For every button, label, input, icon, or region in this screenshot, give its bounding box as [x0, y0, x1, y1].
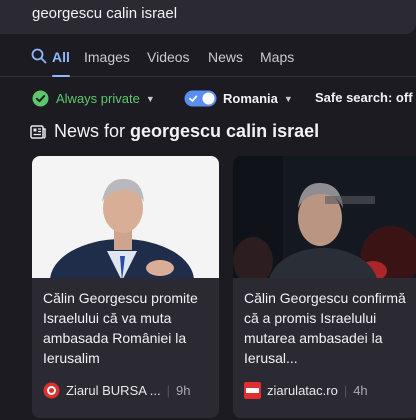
news-card[interactable]: Călin Georgescu confirmă că a promis Isr… [233, 156, 416, 418]
bursa-favicon-icon [43, 382, 60, 399]
tab-news[interactable]: News [208, 49, 243, 75]
check-circle-icon [32, 90, 49, 107]
newspaper-icon [30, 124, 46, 139]
news-card-source: ziarulatac.ro [267, 383, 338, 398]
country-toggle[interactable]: Romania ▼ [184, 90, 293, 107]
news-card-source: Ziarul BURSA ... [66, 383, 161, 398]
safe-search-label: Safe search: off [315, 90, 413, 105]
filter-bar: Always private ▼ Romania ▼ Safe search: … [0, 86, 416, 110]
separator: | [343, 383, 348, 398]
tab-all[interactable]: All [52, 49, 70, 77]
safe-search-dropdown[interactable]: Safe search: off [315, 90, 413, 105]
tab-images[interactable]: Images [84, 49, 130, 75]
news-card-age: 9h [176, 383, 191, 398]
search-tabs: All Images Videos News Maps [0, 44, 416, 77]
news-card-age: 4h [353, 383, 368, 398]
news-heading-query: georgescu calin israel [130, 121, 320, 141]
chevron-down-icon: ▼ [283, 93, 293, 104]
search-bar[interactable]: georgescu calin israel [0, 0, 416, 34]
news-thumbnail-image[interactable] [233, 156, 416, 278]
atac-favicon-icon [244, 382, 261, 399]
chevron-down-icon: ▼ [145, 93, 155, 104]
search-input[interactable]: georgescu calin israel [32, 5, 177, 22]
toggle-switch-icon[interactable] [184, 90, 217, 107]
search-icon [31, 48, 47, 64]
tab-maps[interactable]: Maps [260, 49, 294, 75]
country-label: Romania [223, 91, 278, 106]
news-card-title[interactable]: Călin Georgescu promite Israelului că va… [43, 288, 213, 368]
separator: | [166, 383, 171, 398]
private-dropdown[interactable]: Always private ▼ [32, 90, 155, 107]
tab-videos[interactable]: Videos [147, 49, 190, 75]
news-card-title[interactable]: Călin Georgescu confirmă că a promis Isr… [244, 288, 414, 368]
private-label: Always private [56, 91, 140, 106]
news-card-footer: Ziarul BURSA ... | 9h [43, 382, 218, 399]
news-card-footer: ziarulatac.ro | 4h [244, 382, 416, 399]
news-section-heading: News for georgescu calin israel [30, 121, 319, 142]
news-card[interactable]: Călin Georgescu promite Israelului că va… [32, 156, 219, 418]
news-heading-prefix: News for [54, 121, 126, 141]
news-thumbnail-image[interactable] [32, 156, 219, 278]
